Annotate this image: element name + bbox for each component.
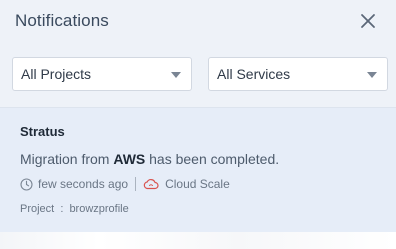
close-icon[interactable] bbox=[358, 11, 378, 31]
next-notification-placeholder bbox=[0, 232, 396, 249]
notification-item[interactable]: Stratus Migration from AWS has been comp… bbox=[0, 107, 396, 232]
project-separator: : bbox=[60, 203, 64, 215]
projects-dropdown-value: All Projects bbox=[21, 66, 92, 82]
notification-title: Stratus bbox=[20, 124, 65, 139]
panel-title: Notifications bbox=[15, 11, 109, 30]
notifications-panel: Notifications All Projects All Services … bbox=[0, 0, 396, 249]
notification-service: Cloud Scale bbox=[165, 177, 230, 191]
meta-divider bbox=[135, 177, 137, 191]
caret-down-icon bbox=[367, 72, 377, 78]
caret-down-icon bbox=[171, 72, 181, 78]
filter-bar: All Projects All Services bbox=[0, 44, 396, 105]
message-highlight: AWS bbox=[113, 151, 146, 167]
cloud-icon bbox=[143, 178, 159, 190]
notifications-header: Notifications bbox=[0, 0, 396, 44]
message-prefix: Migration from bbox=[20, 151, 114, 167]
notification-message: Migration from AWS has been completed. bbox=[20, 151, 279, 167]
notification-time: few seconds ago bbox=[38, 177, 129, 191]
notification-project: Project : browzprofile bbox=[20, 203, 129, 215]
projects-dropdown[interactable]: All Projects bbox=[12, 57, 192, 91]
services-dropdown[interactable]: All Services bbox=[208, 57, 388, 91]
notification-meta: few seconds ago Cloud Scale bbox=[20, 176, 230, 192]
clock-icon bbox=[20, 177, 33, 191]
project-label: Project bbox=[20, 203, 55, 215]
project-value: browzprofile bbox=[69, 203, 129, 215]
services-dropdown-value: All Services bbox=[217, 66, 291, 82]
message-suffix: has been completed. bbox=[145, 151, 280, 167]
